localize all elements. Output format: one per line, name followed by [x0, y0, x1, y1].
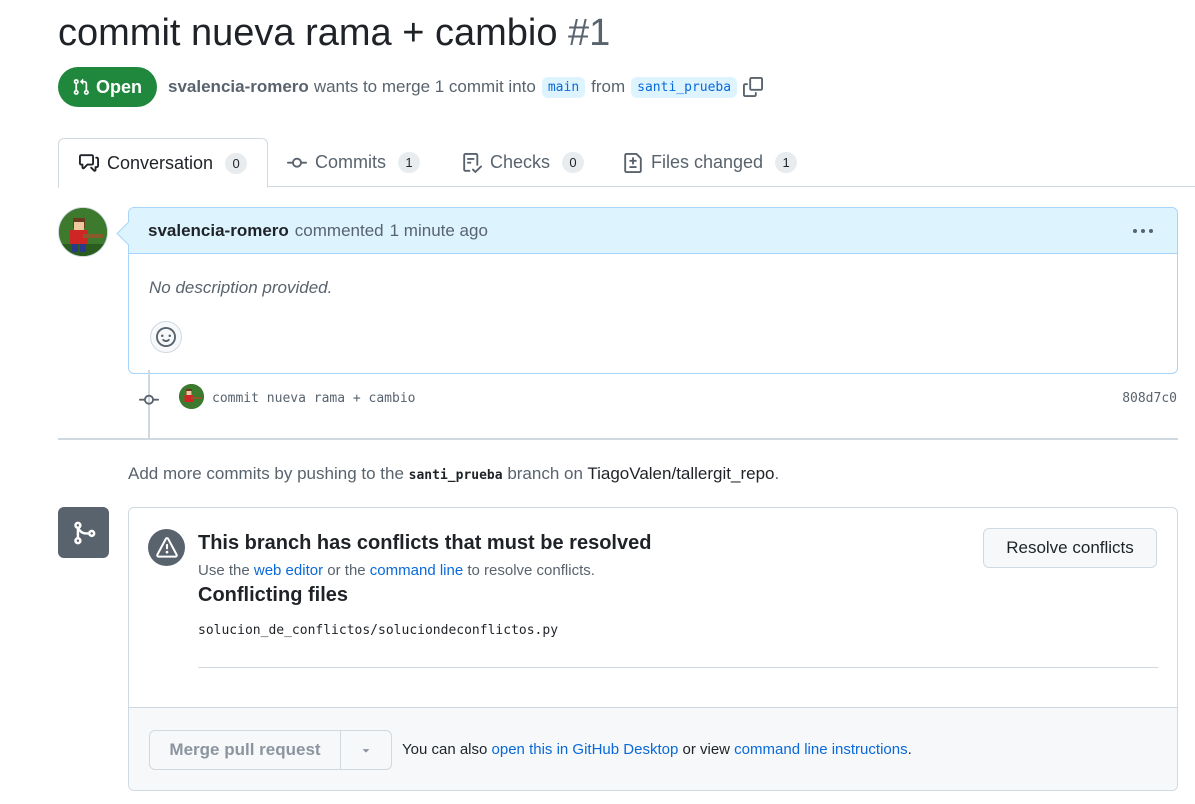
git-pull-request-icon	[73, 78, 89, 95]
pr-number: #1	[568, 12, 611, 54]
pr-description-comment: svalencia-romero commented 1 minute ago …	[128, 207, 1178, 374]
comment-body: No description provided.	[149, 278, 333, 297]
conflict-sub-middle: or the	[327, 562, 366, 579]
open-state-badge: Open	[58, 67, 158, 107]
smiley-icon	[156, 327, 176, 347]
merge-description: wants to merge 1 commit into	[313, 77, 536, 96]
resolve-conflicts-button[interactable]: Resolve conflicts	[983, 528, 1157, 568]
tab-files-changed-count: 1	[775, 152, 798, 173]
conflict-subtitle: Use the web editor or the command line t…	[198, 562, 595, 579]
conflicting-file-path: solucion_de_conflictos/soluciondeconflic…	[198, 623, 559, 638]
file-diff-icon	[624, 152, 642, 173]
comment-header: svalencia-romero commented 1 minute ago	[129, 208, 1177, 254]
push-hint-prefix: Add more commits by pushing to the	[128, 464, 404, 483]
push-hint-suffix: .	[774, 464, 780, 483]
conflicting-files-title: Conflicting files	[198, 584, 348, 606]
triangle-down-icon	[362, 749, 370, 753]
merge-button-group: Merge pull request	[149, 730, 392, 770]
pr-title-text: commit nueva rama + cambio	[58, 12, 558, 54]
pr-tabs: Conversation 0 Commits 1 Checks 0 Files …	[58, 138, 1195, 188]
merge-footer: Merge pull request You can also open thi…	[129, 707, 1177, 790]
tab-commits-count: 1	[398, 152, 420, 173]
tab-conversation-count: 0	[225, 152, 248, 174]
merge-box: This branch has conflicts that must be r…	[128, 507, 1178, 791]
state-label: Open	[96, 76, 143, 97]
pr-meta-row: Open svalencia-romero wants to merge 1 c…	[58, 67, 764, 107]
pr-title: commit nueva rama + cambio #1	[58, 12, 610, 55]
pr-author-link[interactable]: svalencia-romero	[168, 77, 309, 97]
tab-checks-label: Checks	[490, 152, 551, 172]
github-desktop-link[interactable]: open this in GitHub Desktop	[492, 741, 679, 758]
push-hint-middle: branch on	[507, 464, 583, 483]
git-commit-icon	[287, 157, 307, 168]
web-editor-link[interactable]: web editor	[254, 562, 323, 579]
add-reaction-button[interactable]	[150, 321, 182, 353]
tab-commits[interactable]: Commits 1	[267, 138, 440, 187]
comment-action: commented	[294, 220, 384, 240]
command-line-link[interactable]: command line	[370, 562, 463, 579]
conflict-sub-suffix: to resolve conflicts.	[467, 562, 595, 579]
footer-middle: or view	[682, 741, 730, 758]
conflict-title: This branch has conflicts that must be r…	[198, 532, 652, 554]
merge-pull-request-button[interactable]: Merge pull request	[150, 731, 341, 769]
copy-icon[interactable]	[743, 77, 764, 97]
from-text: from	[591, 77, 626, 96]
alert-icon	[148, 529, 185, 566]
commit-author-avatar[interactable]	[179, 384, 204, 409]
head-branch-label[interactable]: santi_prueba	[631, 76, 738, 98]
commit-sha-link[interactable]: 808d7c0	[1122, 391, 1177, 406]
tab-files-changed[interactable]: Files changed 1	[603, 138, 817, 187]
timeline-divider	[58, 438, 1178, 440]
comment-author[interactable]: svalencia-romero	[148, 221, 289, 241]
conflict-sub-prefix: Use the	[198, 562, 250, 579]
push-hint: Add more commits by pushing to the santi…	[128, 464, 779, 484]
push-hint-branch: santi_prueba	[408, 468, 503, 483]
comment-timestamp[interactable]: 1 minute ago	[390, 221, 488, 241]
tab-files-changed-label: Files changed	[651, 152, 764, 172]
merge-footer-text: You can also open this in GitHub Desktop…	[402, 741, 912, 758]
git-commit-icon	[139, 390, 159, 410]
merge-options-dropdown[interactable]	[341, 731, 391, 769]
tab-conversation[interactable]: Conversation 0	[58, 138, 269, 188]
kebab-horizontal-icon[interactable]	[1131, 221, 1155, 241]
base-branch-label[interactable]: main	[541, 76, 586, 98]
checklist-icon	[463, 152, 482, 173]
comment-discussion-icon	[79, 154, 99, 172]
tab-commits-label: Commits	[315, 152, 386, 172]
tab-checks-count: 0	[562, 152, 585, 173]
footer-prefix: You can also	[402, 741, 488, 758]
tab-checks[interactable]: Checks 0	[442, 138, 604, 187]
footer-suffix: .	[907, 741, 912, 758]
repo-link[interactable]: TiagoValen/tallergit_repo	[587, 464, 774, 483]
tab-conversation-label: Conversation	[107, 152, 214, 173]
merge-box-divider	[198, 667, 1158, 668]
git-merge-icon	[58, 507, 109, 558]
command-line-instructions-link[interactable]: command line instructions	[734, 741, 907, 758]
avatar[interactable]	[58, 207, 108, 257]
commit-message-link[interactable]: commit nueva rama + cambio	[212, 391, 416, 406]
